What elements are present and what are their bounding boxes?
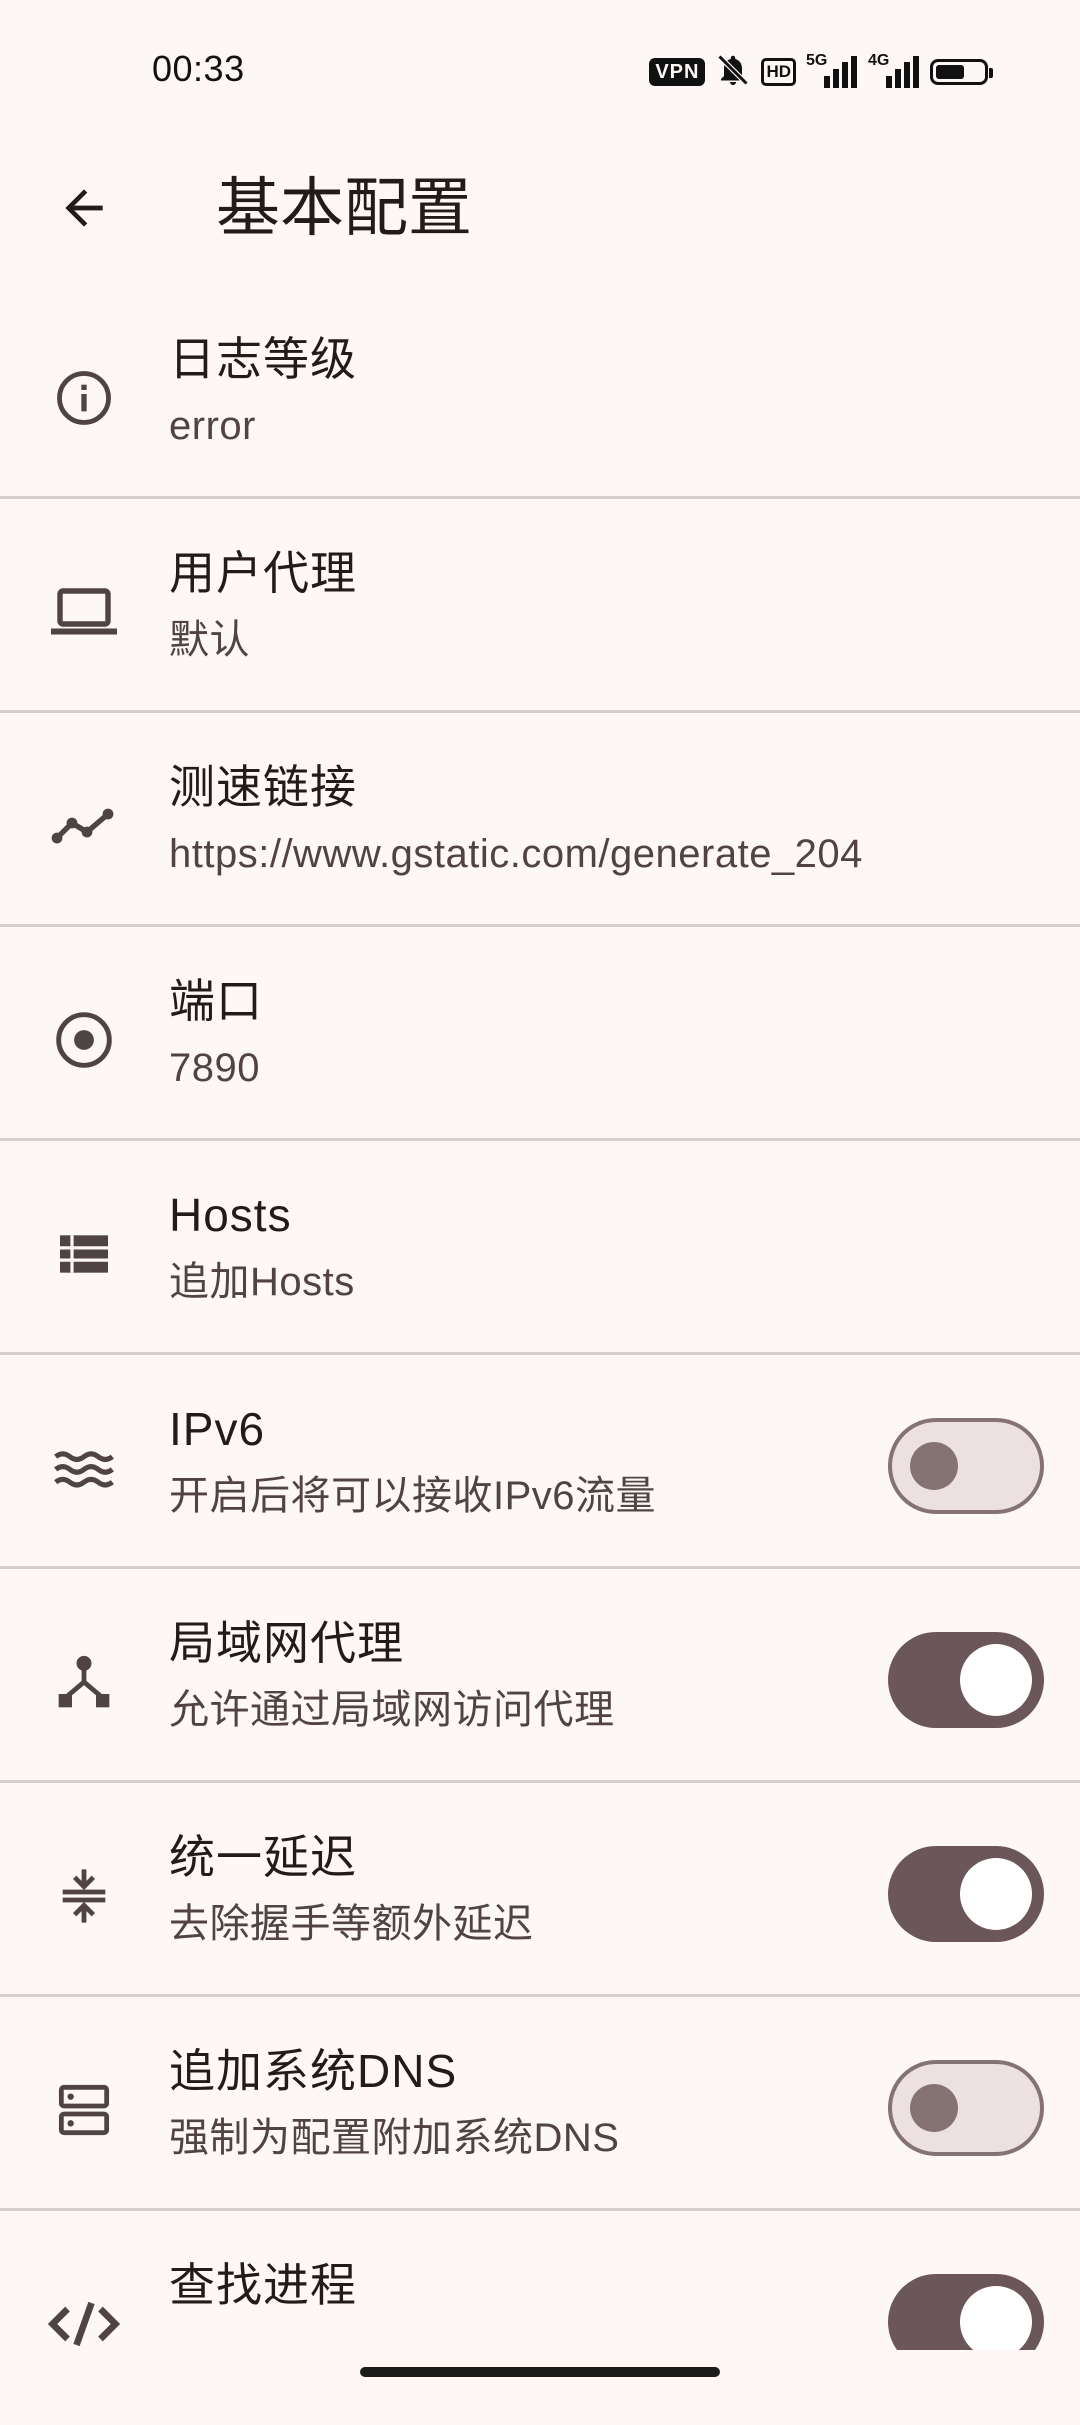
vpn-icon: VPN xyxy=(649,58,706,86)
setting-title: 追加系统DNS xyxy=(169,2045,458,2097)
gesture-handle[interactable] xyxy=(360,2367,720,2377)
list-icon xyxy=(46,1216,122,1292)
setting-value: 允许通过局域网访问代理 xyxy=(169,1688,615,1732)
setting-title: Hosts xyxy=(169,1189,292,1241)
setting-unified-delay[interactable]: 统一延迟 去除握手等额外延迟 xyxy=(0,1783,1080,1997)
dns-icon xyxy=(46,2072,122,2148)
toggle-thumb xyxy=(960,1644,1032,1716)
setting-system-dns[interactable]: 追加系统DNS 强制为配置附加系统DNS xyxy=(0,1997,1080,2211)
setting-title: 统一延迟 xyxy=(169,1831,357,1883)
status-bar: 00:33 VPN HD 5G 4G xyxy=(0,0,1080,140)
setting-title: IPv6 xyxy=(169,1403,266,1455)
battery-icon xyxy=(930,59,993,85)
setting-port[interactable]: 端口 7890 xyxy=(0,927,1080,1141)
app-bar: 基本配置 xyxy=(0,140,1080,270)
signal-4g-icon: 4G xyxy=(868,52,920,92)
bell-off-icon xyxy=(715,52,751,93)
setting-value: 开启后将可以接收IPv6流量 xyxy=(169,1474,657,1518)
setting-value: https://www.gstatic.com/generate_204 xyxy=(169,832,863,876)
laptop-icon xyxy=(46,574,122,650)
compress-icon xyxy=(46,1858,122,1934)
unified-delay-toggle[interactable] xyxy=(888,1846,1044,1942)
setting-value: error xyxy=(169,404,256,448)
hd-icon: HD xyxy=(761,58,796,86)
setting-title: 用户代理 xyxy=(169,547,357,599)
lan-icon xyxy=(46,1644,122,1720)
setting-log-level[interactable]: 日志等级 error xyxy=(0,285,1080,499)
page-title: 基本配置 xyxy=(216,172,472,244)
radio-button-icon xyxy=(46,1002,122,1078)
back-button[interactable] xyxy=(44,168,124,248)
setting-title: 测速链接 xyxy=(169,761,357,813)
status-time: 00:33 xyxy=(152,48,245,89)
ipv6-toggle[interactable] xyxy=(888,1418,1044,1514)
toggle-thumb xyxy=(960,2286,1032,2358)
setting-value: 追加Hosts xyxy=(169,1260,355,1304)
setting-value: 默认 xyxy=(169,618,250,662)
info-icon xyxy=(46,360,122,436)
toggle-thumb xyxy=(910,1442,958,1490)
setting-value: 强制为配置附加系统DNS xyxy=(169,2116,620,2160)
setting-hosts[interactable]: Hosts 追加Hosts xyxy=(0,1141,1080,1355)
setting-user-agent[interactable]: 用户代理 默认 xyxy=(0,499,1080,713)
toggle-thumb xyxy=(960,1858,1032,1930)
system-dns-toggle[interactable] xyxy=(888,2060,1044,2156)
timeline-icon xyxy=(46,788,122,864)
setting-ipv6[interactable]: IPv6 开启后将可以接收IPv6流量 xyxy=(0,1355,1080,1569)
waves-icon xyxy=(46,1430,122,1506)
setting-title: 日志等级 xyxy=(169,333,357,385)
setting-lan-proxy[interactable]: 局域网代理 允许通过局域网访问代理 xyxy=(0,1569,1080,1783)
setting-title: 端口 xyxy=(169,975,263,1027)
signal-5g-icon: 5G xyxy=(806,52,858,92)
toggle-thumb xyxy=(910,2084,958,2132)
setting-value: 去除握手等额外延迟 xyxy=(169,1902,534,1946)
setting-title: 查找进程 xyxy=(169,2259,357,2311)
battery-level xyxy=(936,65,964,79)
setting-value: 7890 xyxy=(169,1046,260,1090)
settings-list: 日志等级 error 用户代理 默认 测速链接 https://www.gsta… xyxy=(0,285,1080,2425)
setting-test-url[interactable]: 测速链接 https://www.gstatic.com/generate_20… xyxy=(0,713,1080,927)
lan-proxy-toggle[interactable] xyxy=(888,1632,1044,1728)
arrow-back-icon xyxy=(65,189,103,227)
setting-title: 局域网代理 xyxy=(169,1617,404,1669)
status-icons: VPN HD 5G 4G xyxy=(649,50,993,94)
